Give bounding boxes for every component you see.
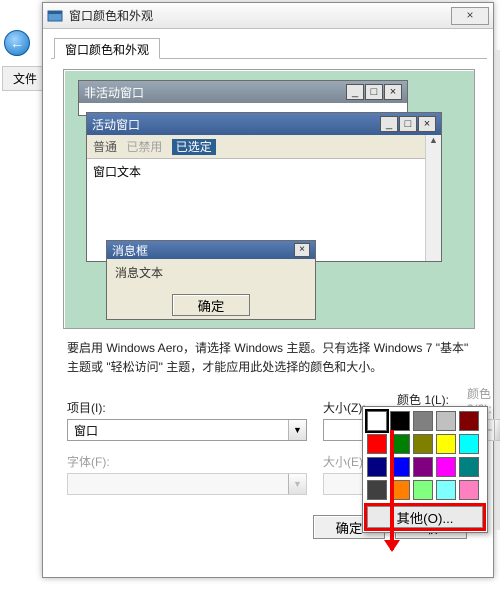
preview-msg-text: 消息文本	[107, 259, 315, 286]
font-label: 字体(F):	[67, 453, 307, 470]
menu-disabled: 已禁用	[126, 140, 162, 154]
close-icon: ×	[418, 116, 436, 132]
preview-ok-button: 确定	[172, 294, 250, 316]
preview-message-box: 消息框 × 消息文本 确定	[106, 240, 316, 320]
palette-color[interactable]	[413, 457, 433, 477]
menu-normal: 普通	[93, 140, 117, 154]
preview-inactive-window: 非活动窗口 _ □ ×	[78, 80, 408, 116]
maximize-icon: □	[365, 84, 383, 100]
preview-body-text: 窗口文本	[87, 159, 441, 184]
preview-area: 非活动窗口 _ □ × 活动窗口 _ □ ×	[63, 69, 475, 329]
preview-menu: 普通 已禁用 已选定	[87, 135, 441, 159]
chevron-down-icon: ▼	[288, 420, 306, 440]
minimize-icon: _	[346, 84, 364, 100]
palette-color[interactable]	[459, 457, 479, 477]
chevron-down-icon: ▼	[288, 474, 306, 494]
palette-color[interactable]	[413, 434, 433, 454]
annotation-arrow	[390, 430, 394, 550]
palette-color[interactable]	[390, 411, 410, 431]
tab-strip: 窗口颜色和外观	[51, 37, 487, 59]
palette-color[interactable]	[413, 411, 433, 431]
preview-active-title: 活动窗口	[92, 116, 380, 133]
description-text: 要启用 Windows Aero，请选择 Windows 主题。只有选择 Win…	[67, 339, 471, 377]
edge-shadow	[494, 50, 500, 530]
palette-color[interactable]	[436, 434, 456, 454]
preview-active-titlebar: 活动窗口 _ □ ×	[87, 113, 441, 135]
palette-color[interactable]	[367, 411, 387, 431]
palette-color[interactable]	[459, 434, 479, 454]
preview-msgbox-title: 消息框	[112, 242, 294, 259]
palette-color[interactable]	[367, 434, 387, 454]
palette-color[interactable]	[413, 480, 433, 500]
color-palette-popup: 其他(O)...	[362, 406, 488, 533]
palette-color[interactable]	[367, 457, 387, 477]
item-value: 窗口	[68, 422, 288, 439]
item-label: 项目(I):	[67, 399, 307, 416]
menu-selected: 已选定	[172, 139, 216, 155]
palette-color[interactable]	[436, 480, 456, 500]
maximize-icon: □	[399, 116, 417, 132]
close-icon: ×	[294, 243, 310, 257]
nav-back-button[interactable]: ←	[4, 30, 30, 56]
other-colors-button[interactable]: 其他(O)...	[367, 506, 483, 528]
titlebar: 窗口颜色和外观 ×	[43, 3, 493, 29]
font-combobox: ▼	[67, 473, 307, 495]
minimize-icon: _	[380, 116, 398, 132]
palette-color[interactable]	[459, 411, 479, 431]
palette-color[interactable]	[436, 411, 456, 431]
tab-appearance[interactable]: 窗口颜色和外观	[54, 38, 160, 59]
close-icon: ×	[384, 84, 402, 100]
item-combobox[interactable]: 窗口 ▼	[67, 419, 307, 441]
preview-msgbox-titlebar: 消息框 ×	[107, 241, 315, 259]
close-button[interactable]: ×	[451, 7, 489, 25]
palette-color[interactable]	[459, 480, 479, 500]
window-title: 窗口颜色和外观	[67, 7, 451, 24]
palette-color[interactable]	[367, 480, 387, 500]
scrollbar-icon	[425, 135, 441, 261]
preview-inactive-titlebar: 非活动窗口 _ □ ×	[79, 81, 407, 103]
window-icon	[47, 8, 63, 24]
preview-inactive-title: 非活动窗口	[84, 84, 346, 101]
palette-color[interactable]	[436, 457, 456, 477]
